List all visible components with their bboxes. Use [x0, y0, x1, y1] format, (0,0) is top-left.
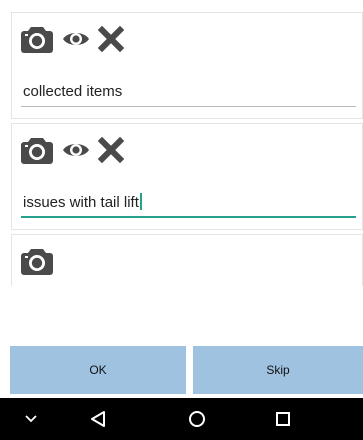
close-icon[interactable] — [98, 137, 124, 163]
text-cursor — [139, 193, 142, 210]
card-actions — [20, 136, 124, 164]
note-field[interactable]: collected items — [21, 81, 356, 107]
skip-button[interactable]: Skip — [193, 346, 363, 394]
recents-square-icon[interactable] — [272, 398, 294, 440]
card-actions — [20, 247, 62, 275]
camera-icon[interactable] — [20, 136, 54, 164]
ok-button[interactable]: OK — [10, 346, 186, 394]
photo-note-card-empty — [11, 234, 363, 286]
note-field-focused[interactable]: issues with tail lift — [21, 192, 356, 218]
note-text: collected items — [23, 83, 123, 100]
eye-icon[interactable] — [62, 29, 90, 49]
back-triangle-icon[interactable] — [86, 398, 110, 440]
note-text: issues with tail lift — [23, 194, 139, 211]
home-circle-icon[interactable] — [185, 398, 209, 440]
system-navigation-bar — [0, 398, 363, 440]
eye-icon[interactable] — [62, 140, 90, 160]
chevron-down-icon[interactable] — [20, 398, 42, 440]
close-icon[interactable] — [98, 26, 124, 52]
photo-note-card: collected items — [11, 12, 363, 119]
camera-icon[interactable] — [20, 25, 54, 53]
photo-note-card: issues with tail lift — [11, 123, 363, 230]
camera-icon[interactable] — [20, 247, 54, 275]
card-actions — [20, 25, 124, 53]
